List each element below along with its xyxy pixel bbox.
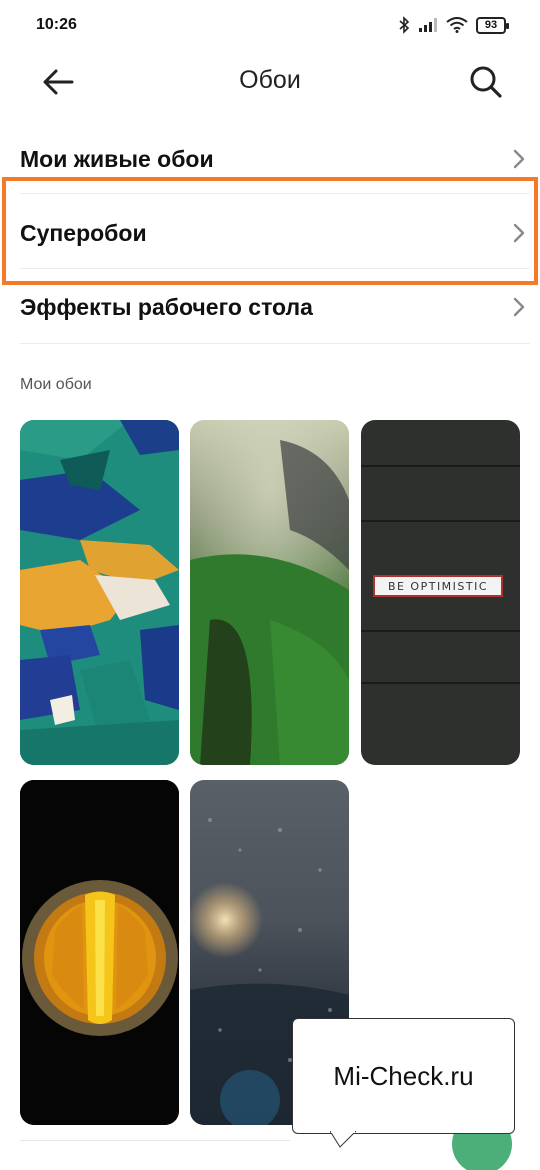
battery-level: 93 [484,19,498,31]
divider [20,1140,290,1141]
wood-plank-gap [361,465,520,467]
chevron-right-icon [513,297,525,317]
wallpaper-thumbnail[interactable] [20,420,179,765]
signal-icon [419,18,437,32]
wallpaper-thumbnail[interactable] [190,420,349,765]
status-time: 10:26 [36,16,77,33]
watermark-bubble: Mi-Check.ru [292,1018,515,1134]
chevron-right-icon [513,149,525,169]
app-header: Обои [0,52,540,112]
grass-field-photo [190,420,349,765]
divider [20,268,530,269]
status-bar: 10:26 93 [0,0,540,52]
wallpaper-thumbnail[interactable] [20,780,179,1125]
bluetooth-icon [399,16,410,34]
wood-plank-gap [361,682,520,684]
abstract-paint-artwork [20,420,179,765]
page-title: Обои [239,66,301,94]
menu-item-label: Эффекты рабочего стола [20,293,313,320]
wood-plank-gap [361,630,520,632]
be-optimistic-sign: BE OPTIMISTIC [373,575,503,597]
wallpaper-thumbnail[interactable]: BE OPTIMISTIC [361,420,520,765]
menu-item-super-wallpapers[interactable]: Суперобои [20,202,530,264]
wifi-icon [446,17,468,33]
divider [20,193,530,194]
orange-slice-photo [20,780,179,1125]
menu-item-live-wallpapers[interactable]: Мои живые обои [20,128,530,190]
menu-item-label: Мои живые обои [20,145,214,172]
wood-plank-gap [361,520,520,522]
chevron-right-icon [513,223,525,243]
battery-indicator: 93 [476,16,509,34]
menu-item-label: Суперобои [20,219,147,246]
status-icons: 93 [398,15,509,35]
search-icon[interactable] [468,64,504,100]
menu-item-desktop-effects[interactable]: Эффекты рабочего стола [20,276,530,338]
section-title: Мои обои [20,376,92,393]
bubble-tail [330,1131,357,1148]
divider [20,343,530,344]
watermark-text: Mi-Check.ru [333,1060,474,1091]
